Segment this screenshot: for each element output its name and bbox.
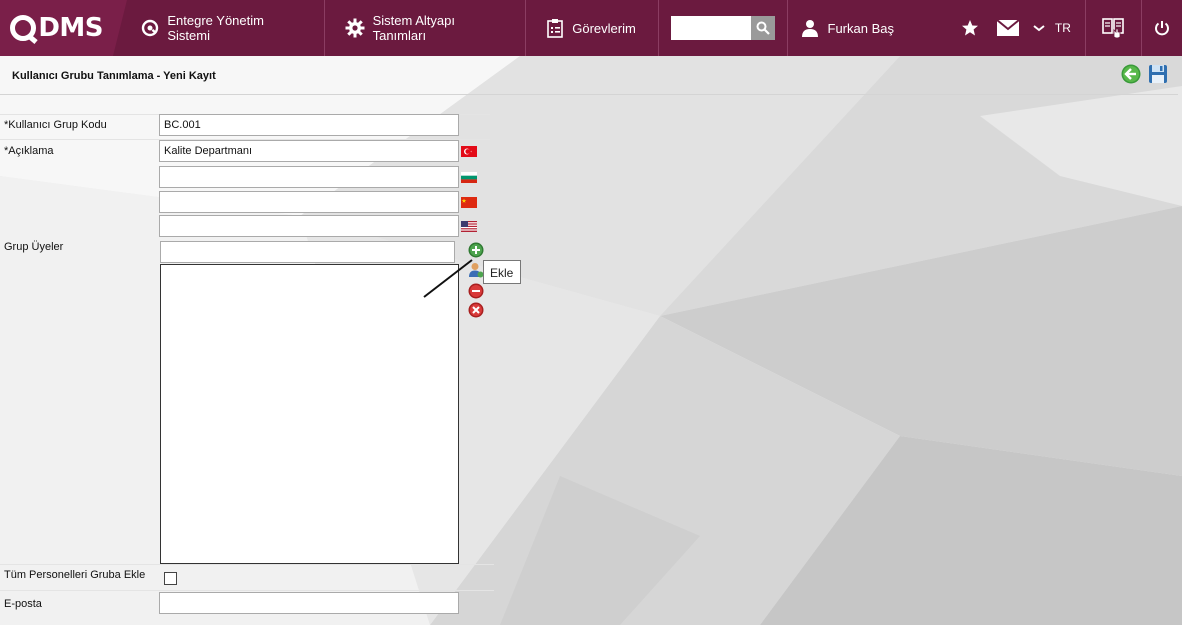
star-icon[interactable]: [952, 0, 989, 56]
members-label: Grup Üyeler: [4, 241, 64, 253]
group-code-input[interactable]: [159, 114, 459, 136]
description-cn-input[interactable]: [159, 191, 459, 213]
description-en-input[interactable]: [159, 215, 459, 237]
email-input[interactable]: [159, 592, 459, 614]
qdms-circle-icon: [141, 19, 159, 37]
flag-usa-icon: [461, 221, 477, 232]
user-name: Furkan Baş: [827, 20, 894, 36]
user-menu[interactable]: Furkan Baş: [788, 0, 952, 56]
nav-gorevlerim-label: Görevlerim: [572, 20, 636, 36]
members-search-input[interactable]: [160, 241, 455, 263]
top-search-input[interactable]: [670, 16, 751, 40]
nav-gorevlerim[interactable]: Görevlerim: [526, 0, 659, 56]
members-list[interactable]: [160, 264, 459, 564]
pointer-line: [423, 259, 473, 298]
top-search: [659, 0, 788, 56]
group-code-label: *Kullanıcı Grup Kodu: [4, 119, 107, 131]
chevron-down-icon: [1033, 21, 1045, 35]
flag-turkey-icon: [461, 146, 477, 157]
search-icon[interactable]: [750, 16, 775, 40]
user-icon: [801, 19, 818, 37]
description-tr-input[interactable]: [159, 140, 459, 162]
book-icon[interactable]: [1086, 0, 1142, 56]
language-selector[interactable]: TR: [1027, 0, 1086, 56]
description-bg-input[interactable]: [159, 166, 459, 188]
power-icon[interactable]: [1142, 0, 1182, 56]
save-icon[interactable]: [1148, 64, 1168, 84]
logo-text: DMS: [38, 13, 104, 43]
nav-sistem-label: Sistem Altyapı Tanımları: [372, 13, 455, 43]
user-group-form: *Kullanıcı Grup Kodu *Açıklama Grup Üyel…: [0, 94, 1182, 625]
flag-bulgaria-icon: [461, 172, 477, 183]
email-label: E-posta: [4, 598, 42, 610]
gear-icon: [345, 18, 365, 38]
language-code: TR: [1054, 21, 1071, 35]
description-label: *Açıklama: [4, 145, 54, 157]
clear-icon[interactable]: [468, 302, 484, 318]
mail-icon[interactable]: [988, 0, 1026, 56]
add-tooltip: Ekle: [483, 260, 521, 284]
back-arrow-icon[interactable]: [1121, 64, 1141, 84]
nav-entegre-label: Entegre Yönetim Sistemi: [167, 13, 264, 43]
nav-sistem-altyapi[interactable]: Sistem Altyapı Tanımları: [325, 0, 527, 56]
page-header: Kullanıcı Grubu Tanımlama - Yeni Kayıt: [0, 56, 1182, 95]
qdms-logo[interactable]: DMS: [0, 0, 128, 56]
add-all-label: Tüm Personelleri Gruba Ekle: [4, 569, 146, 581]
add-all-checkbox[interactable]: [164, 572, 177, 585]
logo-q-icon: [10, 15, 37, 41]
flag-china-icon: [461, 197, 477, 208]
clipboard-icon: [546, 18, 564, 38]
top-navigation-bar: DMS Entegre Yönetim Sistemi Sistem Altya…: [0, 0, 1182, 56]
nav-entegre-yonetim[interactable]: Entegre Yönetim Sistemi: [127, 0, 325, 56]
page-title: Kullanıcı Grubu Tanımlama - Yeni Kayıt: [12, 70, 216, 82]
